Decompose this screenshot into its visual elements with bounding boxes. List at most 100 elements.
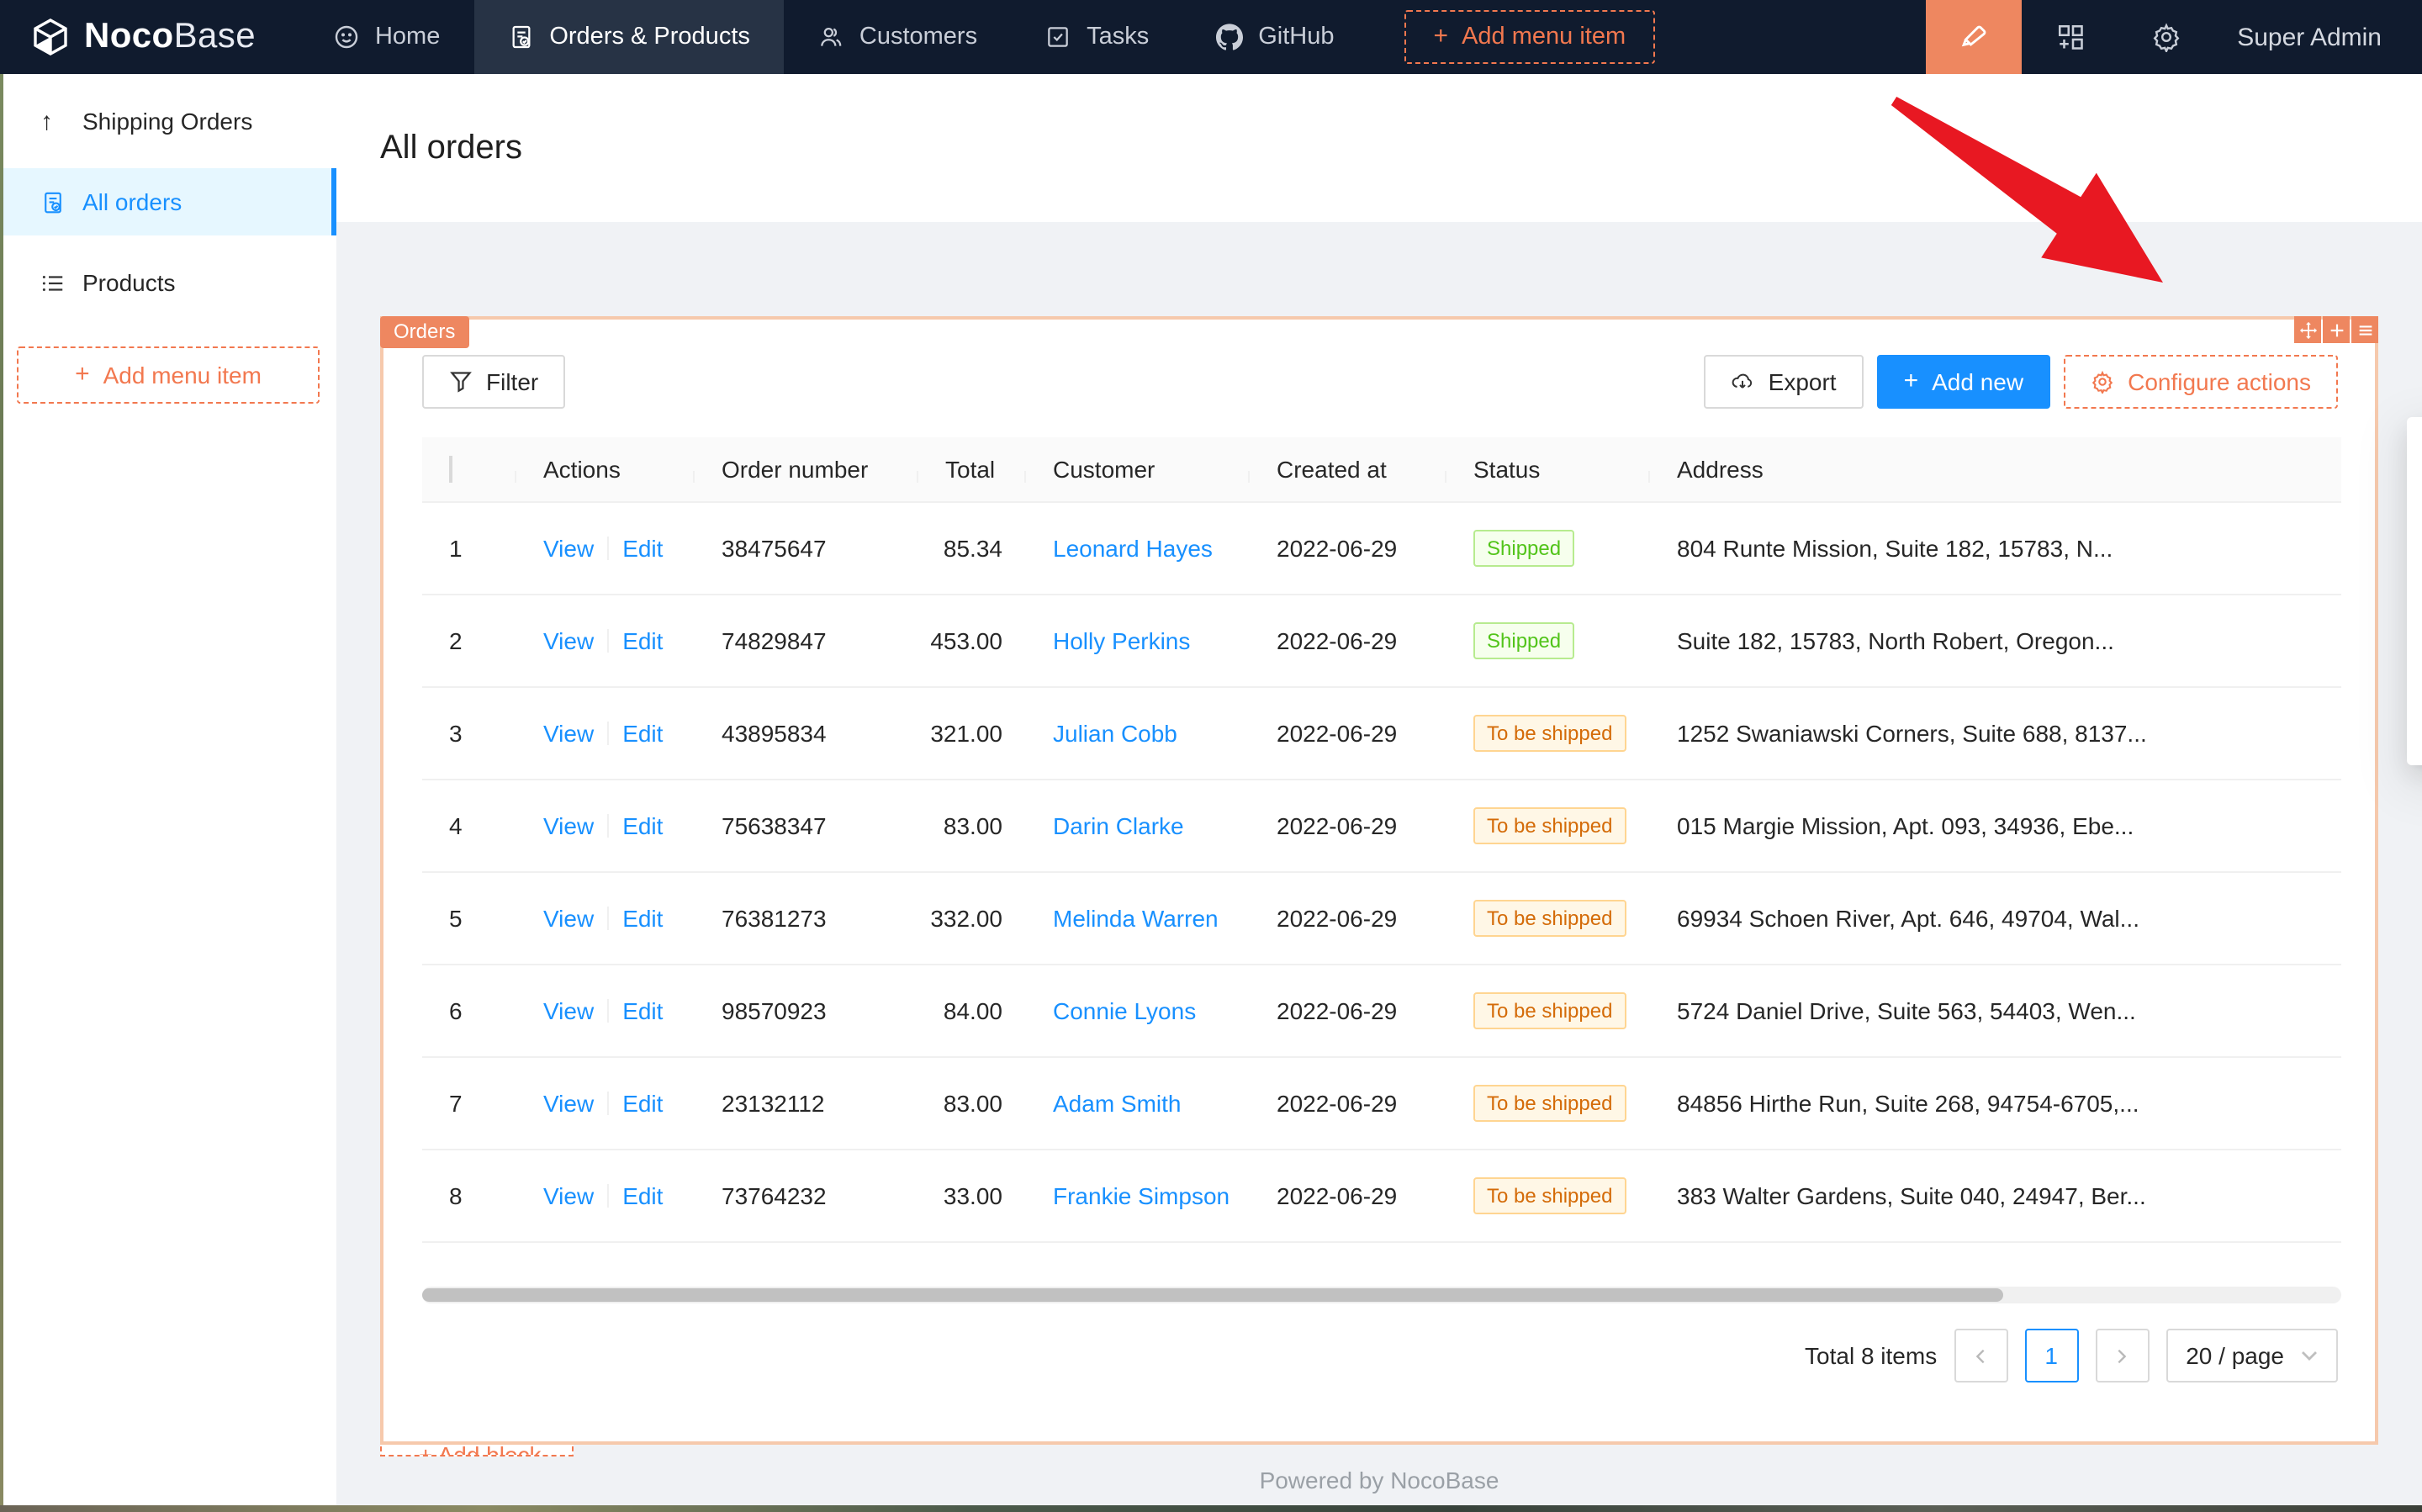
column-header-actions: Actions [516,456,695,483]
customer-link[interactable]: Holly Perkins [1053,627,1190,654]
table-row[interactable]: 2 ViewEdit 74829847 453.00 Holly Perkins… [422,595,2341,688]
table-row[interactable]: 7 ViewEdit 23132112 83.00 Adam Smith 202… [422,1058,2341,1150]
plugin-manager-button[interactable] [2022,0,2118,74]
plus-icon [2327,320,2345,339]
page-header: All orders [336,74,2422,222]
customer-link[interactable]: Leonard Hayes [1053,535,1213,562]
gear-icon [2091,370,2114,394]
table-row[interactable]: 6 ViewEdit 98570923 84.00 Connie Lyons 2… [422,965,2341,1058]
block-settings-menu-button[interactable] [2351,316,2378,343]
view-link[interactable]: View [543,1090,594,1117]
edit-link[interactable]: Edit [622,1090,663,1117]
customer-cell: Frankie Simpson [1026,1182,1250,1209]
view-link[interactable]: View [543,997,594,1024]
customer-link[interactable]: Darin Clarke [1053,812,1184,839]
customer-link[interactable]: Melinda Warren [1053,905,1219,932]
view-link[interactable]: View [543,905,594,932]
pagination-total: Total 8 items [1805,1342,1937,1369]
sidebar-item-all-orders[interactable]: All orders [0,168,336,235]
navbar-right: Super Admin [1926,0,2422,74]
edit-link[interactable]: Edit [622,720,663,747]
select-all-checkbox[interactable] [449,456,452,483]
status-cell: To be shipped [1446,992,1650,1029]
order-number-cell: 76381273 [695,905,918,932]
edit-link[interactable]: Edit [622,1182,663,1209]
ui-editor-button[interactable] [1926,0,2022,74]
customer-link[interactable]: Adam Smith [1053,1090,1182,1117]
customer-link[interactable]: Frankie Simpson [1053,1182,1230,1209]
nocobase-logo[interactable]: NocoBase [0,0,299,74]
status-badge: Shipped [1473,530,1574,567]
edit-link[interactable]: Edit [622,535,663,562]
configure-actions-label: Configure actions [2128,368,2311,395]
edit-link[interactable]: Edit [622,812,663,839]
status-badge: To be shipped [1473,715,1626,752]
divider [607,1184,609,1208]
list-icon [40,270,66,295]
nav-item-tasks[interactable]: Tasks [1011,0,1182,74]
page-title: All orders [380,129,522,167]
divider [607,814,609,838]
row-index: 6 [422,997,516,1024]
smiley-icon [333,24,360,50]
customer-cell: Adam Smith [1026,1090,1250,1117]
customer-link[interactable]: Connie Lyons [1053,997,1196,1024]
sidebar-item-products[interactable]: Products [0,249,336,316]
status-cell: To be shipped [1446,900,1650,937]
export-button[interactable]: Export [1705,355,1864,409]
configure-actions-button[interactable]: Configure actions [2064,355,2338,409]
edit-link[interactable]: Edit [622,997,663,1024]
view-link[interactable]: View [543,535,594,562]
block-collection-tag: Orders [380,316,468,348]
enable-action-item[interactable]: Filter [2407,479,2422,533]
enable-actions-title: Enable actions [2407,431,2422,479]
nav-item-home[interactable]: Home [299,0,473,74]
customer-link[interactable]: Julian Cobb [1053,720,1177,747]
nav-item-label: Home [375,24,440,50]
nav-item-label: Tasks [1087,24,1149,50]
enable-action-item[interactable]: Add new [2407,533,2422,587]
pagination-prev-button[interactable] [1954,1329,2007,1382]
total-cell: 332.00 [918,905,1026,932]
row-actions: View Edit [516,535,695,562]
table-row[interactable]: 3 ViewEdit 43895834 321.00 Julian Cobb 2… [422,688,2341,780]
enable-action-item[interactable]: Export [2407,695,2422,748]
github-icon [1216,24,1243,50]
desktop-edge-left [0,74,3,1512]
nav-item-orders-products[interactable]: Orders & Products [473,0,784,74]
view-link[interactable]: View [543,1182,594,1209]
view-link[interactable]: View [543,627,594,654]
table-row[interactable]: 1 ViewEdit 38475647 85.34 Leonard Hayes … [422,503,2341,595]
sidebar-item-shipping-orders[interactable]: ↑ Shipping Orders [0,87,336,155]
add-block-designer-button[interactable] [2323,316,2350,343]
pagination-next-button[interactable] [2095,1329,2149,1382]
page-size-select[interactable]: 20 / page [2166,1329,2338,1382]
column-header-address: Address [1650,456,2341,483]
view-link[interactable]: View [543,720,594,747]
drag-handle[interactable] [2294,316,2321,343]
add-new-button[interactable]: + Add new [1877,355,2051,409]
nav-item-github[interactable]: GitHub [1182,0,1367,74]
table-row[interactable]: 8 ViewEdit 73764232 33.00 Frankie Simpso… [422,1150,2341,1243]
pagination-page-1[interactable]: 1 [2024,1329,2078,1382]
filter-funnel-icon [449,370,473,394]
enable-action-item[interactable]: Refresh [2407,641,2422,695]
row-index: 1 [422,535,516,562]
user-menu[interactable]: Super Admin [2213,0,2422,74]
row-index: 4 [422,812,516,839]
view-link[interactable]: View [543,812,594,839]
filter-button[interactable]: Filter [422,355,565,409]
orders-table: Actions Order number Total Customer Crea… [422,437,2341,1243]
enable-action-item[interactable]: Delete [2407,587,2422,641]
sidebar-add-menu-item-button[interactable]: + Add menu item [17,346,320,404]
nav-add-menu-item-button[interactable]: + Add menu item [1405,10,1655,64]
nav-item-customers[interactable]: Customers [784,0,1011,74]
edit-link[interactable]: Edit [622,627,663,654]
created-at-cell: 2022-06-29 [1250,627,1446,654]
horizontal-scrollbar-thumb[interactable] [422,1288,2003,1302]
edit-link[interactable]: Edit [622,905,663,932]
settings-button[interactable] [2118,0,2213,74]
move-icon [2298,320,2317,339]
table-row[interactable]: 4 ViewEdit 75638347 83.00 Darin Clarke 2… [422,780,2341,873]
table-row[interactable]: 5 ViewEdit 76381273 332.00 Melinda Warre… [422,873,2341,965]
